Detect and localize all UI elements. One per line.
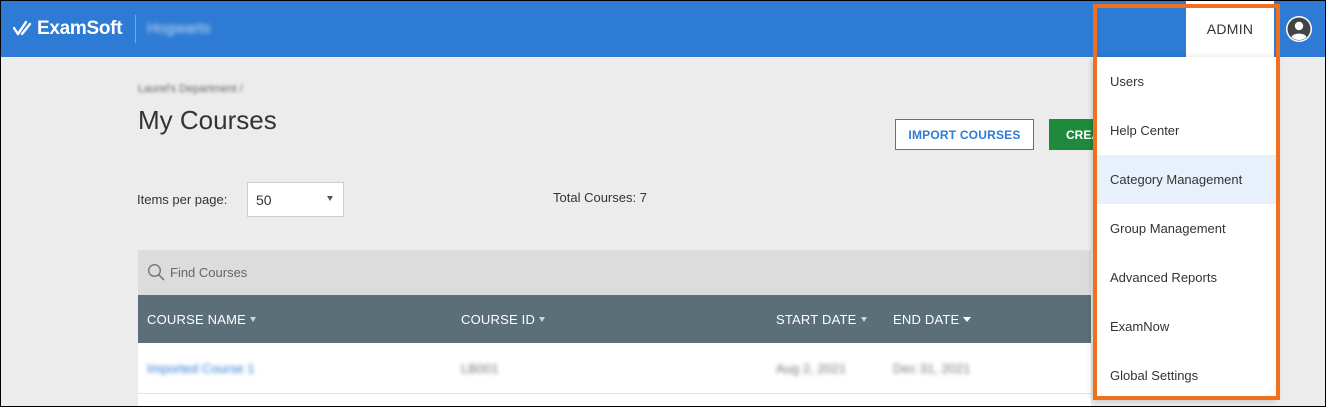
- admin-dropdown-menu: Users Help Center Category Management Gr…: [1093, 57, 1276, 398]
- column-header-start-date[interactable]: START DATE: [776, 312, 867, 327]
- column-header-end-date[interactable]: END DATE: [893, 312, 972, 327]
- column-label: END DATE: [893, 312, 960, 327]
- menu-item-global-settings[interactable]: Global Settings: [1093, 351, 1276, 400]
- items-per-page-value: 50: [256, 191, 272, 208]
- topbar-divider: [135, 15, 136, 43]
- column-header-course-name[interactable]: COURSE NAME: [147, 312, 256, 327]
- menu-item-category-management[interactable]: Category Management: [1093, 155, 1276, 204]
- menu-item-users[interactable]: Users: [1093, 57, 1276, 106]
- page-title: My Courses: [138, 105, 277, 135]
- search-icon: [147, 263, 165, 281]
- items-per-page-label: Items per page:: [137, 192, 228, 207]
- sort-icon: [539, 317, 546, 322]
- user-avatar-icon[interactable]: [1286, 16, 1312, 42]
- top-navigation-bar: ExamSoft Hogwarts ADMIN: [1, 1, 1325, 57]
- menu-item-group-management[interactable]: Group Management: [1093, 204, 1276, 253]
- sort-descending-icon: [963, 317, 972, 322]
- menu-item-help-center[interactable]: Help Center: [1093, 106, 1276, 155]
- examsoft-logo[interactable]: ExamSoft: [13, 17, 123, 41]
- breadcrumb[interactable]: Laurel's Department /: [138, 83, 243, 95]
- admin-tab[interactable]: ADMIN: [1186, 1, 1274, 57]
- app-window: ExamSoft Hogwarts ADMIN Laurel's Departm…: [0, 0, 1326, 407]
- course-name-link[interactable]: Imported Course 1: [147, 361, 255, 376]
- column-header-course-id[interactable]: COURSE ID: [461, 312, 546, 327]
- find-courses-input[interactable]: [170, 260, 670, 284]
- menu-item-examnow[interactable]: ExamNow: [1093, 302, 1276, 351]
- column-label: COURSE NAME: [147, 312, 246, 327]
- courses-table-header: COURSE NAME COURSE ID START DATE END DAT…: [138, 295, 1091, 343]
- table-row: Imported Course 1 LB001 Aug 2, 2021 Dec …: [138, 343, 1091, 394]
- course-id: LB001: [461, 361, 499, 376]
- items-per-page-select[interactable]: 50: [247, 182, 344, 217]
- sort-icon: [860, 317, 867, 322]
- total-courses-count: Total Courses: 7: [553, 190, 647, 205]
- import-courses-button[interactable]: IMPORT COURSES: [895, 119, 1034, 150]
- table-row: [138, 394, 1091, 406]
- sort-icon: [250, 317, 256, 322]
- chevron-down-icon: [327, 196, 333, 201]
- column-label: START DATE: [776, 312, 857, 327]
- column-label: COURSE ID: [461, 312, 536, 327]
- menu-item-advanced-reports[interactable]: Advanced Reports: [1093, 253, 1276, 302]
- course-search-bar: [138, 250, 1091, 295]
- logo-text: ExamSoft: [37, 18, 123, 39]
- examsoft-logo-icon: [13, 20, 32, 36]
- start-date: Aug 2, 2021: [776, 361, 847, 376]
- end-date: Dec 31, 2021: [893, 361, 971, 376]
- organization-name: Hogwarts: [147, 20, 211, 37]
